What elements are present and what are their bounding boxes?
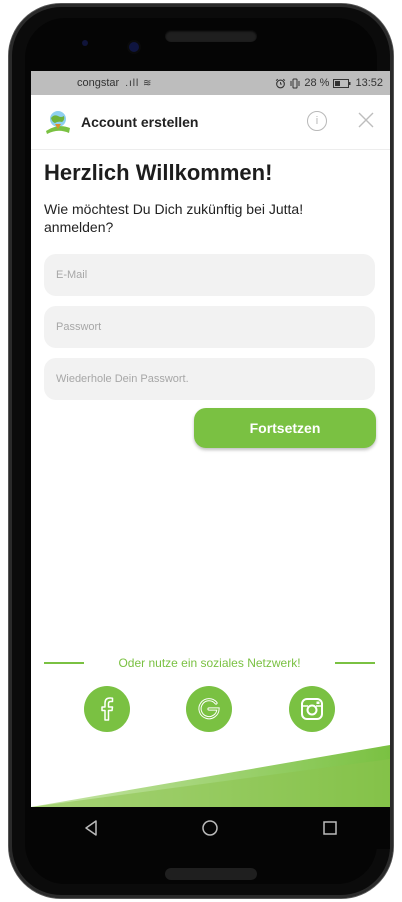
- password-field[interactable]: [44, 306, 375, 348]
- status-time: 13:52: [355, 77, 383, 89]
- google-icon: [198, 698, 220, 720]
- info-icon: i: [315, 115, 319, 127]
- email-field[interactable]: [44, 254, 375, 296]
- page-subtitle: Wie möchtest Du Dich zukünftig bei Jutta…: [44, 201, 304, 235]
- instagram-icon: [301, 698, 323, 720]
- home-button[interactable]: [195, 813, 225, 843]
- repeat-password-field[interactable]: [44, 358, 375, 400]
- close-icon[interactable]: [356, 110, 376, 130]
- continue-button[interactable]: Fortsetzen: [194, 408, 376, 448]
- front-sensor: [82, 40, 88, 46]
- decorative-green-wedge: [31, 745, 390, 807]
- alarm-icon: [276, 78, 286, 88]
- home-circle-icon: [202, 820, 219, 836]
- page-title: Herzlich Willkommen!: [44, 160, 273, 185]
- earpiece-speaker: [165, 30, 257, 42]
- social-divider: Oder nutze ein soziales Netzwerk!: [44, 655, 375, 671]
- signal-wifi-icon: .ıll ≋: [125, 77, 153, 89]
- recents-square-icon: [323, 821, 337, 835]
- divider-line-right: [335, 662, 375, 664]
- front-camera: [129, 42, 139, 52]
- status-bar: congstar .ıll ≋ 28 % 13:52: [31, 71, 390, 95]
- vibrate-icon: [290, 78, 300, 88]
- android-nav-bar: [31, 807, 390, 849]
- app-screen: congstar .ıll ≋ 28 % 13:52 Account erste…: [31, 71, 390, 807]
- battery-icon: [333, 78, 351, 88]
- bottom-speaker: [165, 868, 257, 880]
- jutta-logo: [45, 109, 71, 135]
- google-login-button[interactable]: [186, 686, 232, 732]
- social-divider-text: Oder nutze ein soziales Netzwerk!: [118, 656, 301, 670]
- back-triangle-icon: [85, 820, 97, 836]
- app-bar-title: Account erstellen: [81, 114, 199, 130]
- instagram-login-button[interactable]: [289, 686, 335, 732]
- app-bar: Account erstellen i: [31, 95, 390, 150]
- battery-percent: 28 %: [304, 77, 330, 89]
- divider-line-left: [44, 662, 84, 664]
- info-button[interactable]: i: [307, 111, 327, 131]
- carrier-name: congstar: [77, 77, 120, 89]
- recents-button[interactable]: [315, 813, 345, 843]
- status-right: 28 % 13:52: [275, 77, 383, 89]
- back-button[interactable]: [76, 813, 106, 843]
- facebook-login-button[interactable]: [84, 686, 130, 732]
- facebook-icon: [101, 697, 114, 721]
